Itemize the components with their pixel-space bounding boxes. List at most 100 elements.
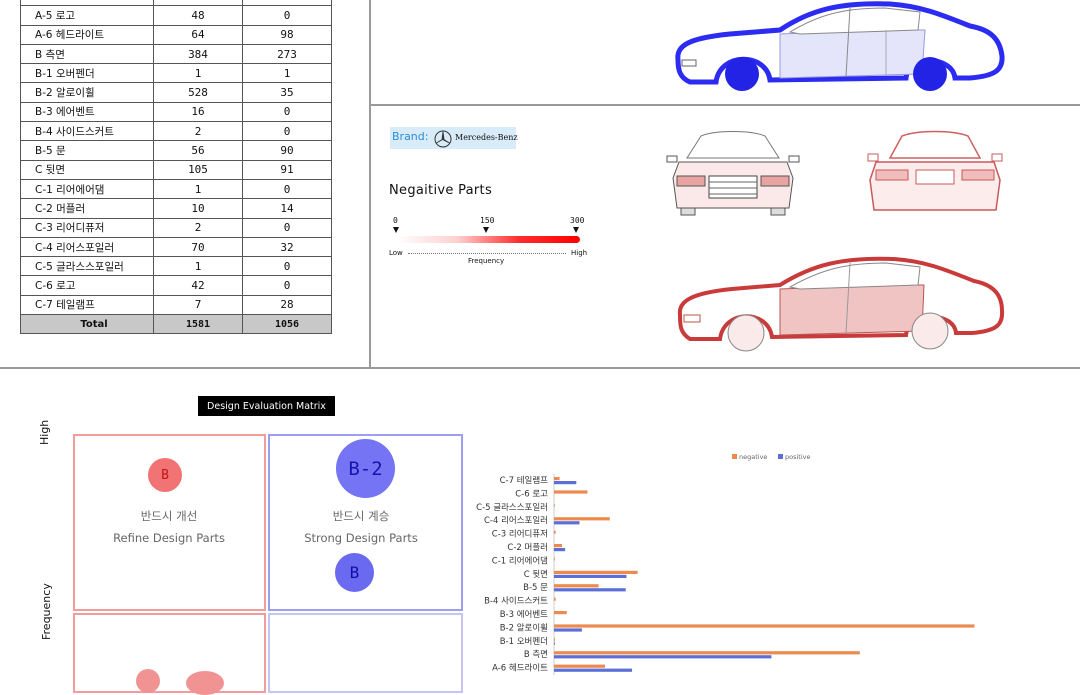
legend-tick-label: 150 <box>480 216 495 225</box>
matrix-title: Design Evaluation Matrix <box>198 396 335 416</box>
table-cell-positive: 0 <box>242 5 332 26</box>
table-row: B 측면 384 273 <box>20 43 332 65</box>
table-cell-part: B-2 알로이휠 <box>20 82 154 103</box>
parts-frequency-table: A-5 로고 48 0 A-6 헤드라이트 64 98 B 측면 384 273 B-1 오버펜더… <box>20 0 332 335</box>
table-row: B-3 에어벤트 16 0 <box>20 101 332 123</box>
table-cell-positive: 91 <box>242 159 332 180</box>
legend-entry-positive: positive <box>785 453 811 461</box>
car-rear-illustration <box>867 130 1003 211</box>
table-cell-part: C-4 리어스포일러 <box>20 236 154 258</box>
bar-category-label: C-1 리어에어댐 <box>492 555 548 566</box>
bar-positive <box>554 481 577 485</box>
bar-negative <box>554 664 605 668</box>
legend-swatch-negative <box>732 454 737 459</box>
table-row: C-4 리어스포일러 70 32 <box>20 236 332 258</box>
table-cell-negative: 2 <box>153 121 243 142</box>
table-cell-part: B-3 에어벤트 <box>20 101 154 123</box>
table-total-row: Total 1581 1056 <box>20 314 332 335</box>
table-cell-part: C-7 테일램프 <box>20 294 154 316</box>
car-front-illustration <box>666 131 800 216</box>
bar-category-label: C-4 리어스포일러 <box>484 515 548 526</box>
bar-negative <box>554 611 567 615</box>
table-cell-negative: 105 <box>153 159 243 180</box>
bar-positive <box>554 668 633 672</box>
table-row: C-1 리어에어댐 1 0 <box>20 178 332 200</box>
table-row: A-6 헤드라이트 64 98 <box>20 24 332 45</box>
table-cell-negative: 48 <box>153 5 243 26</box>
bar-negative <box>554 490 588 494</box>
bar-category-label: C-2 머플러 <box>507 543 548 553</box>
table-cell-negative: 7 <box>153 294 243 316</box>
quadrant-lower-right <box>268 613 463 693</box>
bar-positive <box>554 574 627 578</box>
legend-low-label: Low <box>389 249 403 257</box>
parts-bar-chart: negative positive C-7 테일램프 C-6 로고 C-5 글라스스포일… <box>476 453 975 675</box>
bar-category-label: C 뒷면 <box>524 569 548 580</box>
table-row: B-5 문 56 90 <box>20 140 332 161</box>
bar-category-label: B-2 알로이휠 <box>500 622 548 633</box>
panel-divider-right <box>371 104 1080 106</box>
refine-kr-label: 반드시 개선 <box>140 509 198 523</box>
legend-gradient-bar <box>396 236 580 243</box>
table-cell-negative: 1 <box>153 178 243 200</box>
table-cell-part: B-1 오버펜더 <box>20 63 154 84</box>
brand-name: Mercedes-Benz <box>455 133 518 142</box>
bar-negative <box>554 651 860 655</box>
table-cell-part: B-5 문 <box>20 140 154 161</box>
table-cell-part: B 측면 <box>20 43 154 65</box>
matrix-y-axis-label: Frequency <box>40 583 53 640</box>
table-row: A-5 로고 48 0 <box>20 5 332 26</box>
bar-category-label: B 측면 <box>524 649 548 660</box>
bar-negative <box>554 517 610 521</box>
bar-negative <box>554 530 556 534</box>
table-cell-negative: 64 <box>153 24 243 45</box>
table-cell-negative: 70 <box>153 236 243 258</box>
car-side-negative-illustration <box>677 256 1005 352</box>
table-cell-positive: 0 <box>242 217 332 238</box>
table-cell-positive: 0 <box>242 178 332 200</box>
bar-category-label: B-5 문 <box>523 583 548 593</box>
table-row: B-4 사이드스커트 2 0 <box>20 121 332 142</box>
legend-tick-label: 300 <box>570 216 585 225</box>
brand-label: Brand: <box>392 130 429 143</box>
table-cell-negative: 384 <box>153 43 243 65</box>
parts-table-panel: A-5 로고 48 0 A-6 헤드라이트 64 98 B 측면 384 273 B-1 오버펜더… <box>0 0 370 368</box>
table-total-cell: Total <box>20 314 154 335</box>
table-row: B-1 오버펜더 1 1 <box>20 63 332 84</box>
table-row: C-5 글라스스포일러 1 0 <box>20 256 332 277</box>
table-row: C-2 머플러 10 14 <box>20 198 332 219</box>
table-row: C 뒷면 105 91 <box>20 159 332 180</box>
legend-tick-marker <box>573 227 579 233</box>
legend-swatch-positive <box>778 454 783 459</box>
table-cell-negative: 1 <box>153 256 243 277</box>
strong-kr-label: 반드시 계승 <box>332 509 390 523</box>
bar-negative <box>554 503 555 507</box>
table-cell-positive: 0 <box>242 121 332 142</box>
bar-category-label: C-7 테일램프 <box>500 475 549 486</box>
table-total-cell: 1056 <box>242 314 332 335</box>
legend-tick-marker <box>393 227 399 233</box>
table-cell-positive: 1 <box>242 63 332 84</box>
legend-tick-marker <box>483 227 489 233</box>
bubble-b-strong: B <box>335 553 374 592</box>
mercedes-star-icon <box>434 130 452 148</box>
legend-axis-label: Frequency <box>468 257 505 265</box>
bar-negative <box>554 597 556 601</box>
bar-positive <box>554 588 626 592</box>
table-cell-part: C-1 리어에어댐 <box>20 178 154 200</box>
legend-title: Negaitive Parts <box>389 183 493 198</box>
bar-negative <box>554 544 562 548</box>
table-cell-part: C-5 글라스스포일러 <box>20 256 154 277</box>
refine-en-label: Refine Design Parts <box>113 531 225 545</box>
panel-divider-vertical <box>369 0 371 368</box>
table-cell-negative: 16 <box>153 101 243 123</box>
bar-negative <box>554 584 599 588</box>
panel-divider-horizontal <box>0 367 1080 369</box>
car-side-positive-illustration <box>675 1 1005 91</box>
table-cell-negative: 528 <box>153 82 243 103</box>
table-cell-positive: 273 <box>242 43 332 65</box>
table-cell-negative: 56 <box>153 140 243 161</box>
bar-positive <box>554 641 555 645</box>
bar-category-label: B-4 사이드스커트 <box>484 596 548 607</box>
bar-positive <box>554 548 566 552</box>
